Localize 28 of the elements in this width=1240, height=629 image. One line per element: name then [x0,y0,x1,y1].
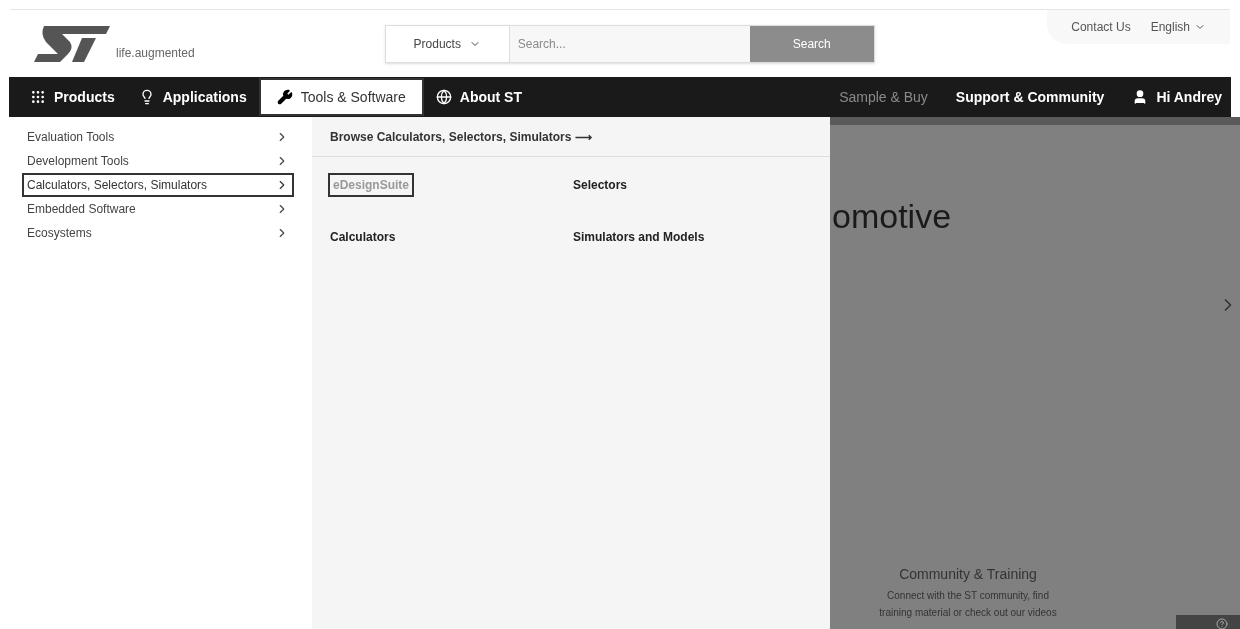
grid-icon [30,89,46,105]
help-icon [1216,618,1228,629]
globe-icon [435,89,452,105]
submenu-item[interactable]: Embedded Software [24,197,292,221]
submenu-item[interactable]: Development Tools [24,149,292,173]
nav-tab[interactable]: About ST [423,78,534,116]
submenu-item[interactable]: Ecosystems [24,221,292,245]
help-tab[interactable] [1176,615,1240,629]
utility-link[interactable]: English [1150,18,1206,36]
browse-link[interactable]: Browse Calculators, Selectors, Simulators ⟶ [330,127,592,146]
hero-title: omotive [832,199,952,233]
panel-link[interactable]: Simulators and Models [571,225,707,249]
logo-icon[interactable] [32,24,112,64]
nav-link[interactable]: Hi Andrey [1132,86,1222,108]
logo-tagline: life.augmented [116,45,195,62]
nav-link[interactable]: Sample & Buy [839,86,928,108]
submenu-item[interactable]: Calculators, Selectors, Simulators [22,173,294,197]
utility-link[interactable]: Contact Us [1071,18,1131,36]
submenu-item[interactable]: Evaluation Tools [24,125,292,149]
card-title: Community & Training [899,565,1037,584]
panel-link[interactable]: Selectors [571,173,630,197]
card-text: Connect with the ST community, find training material or check out our videos [878,589,1058,620]
panel-link[interactable]: Calculators [328,225,398,249]
nav-tab[interactable]: Tools & Software [258,78,424,116]
nav-link[interactable]: Support & Community [955,86,1105,108]
nav-tab[interactable]: Applications [126,78,259,116]
nav-tab[interactable]: Products [18,78,127,116]
wrench-icon [276,89,293,105]
